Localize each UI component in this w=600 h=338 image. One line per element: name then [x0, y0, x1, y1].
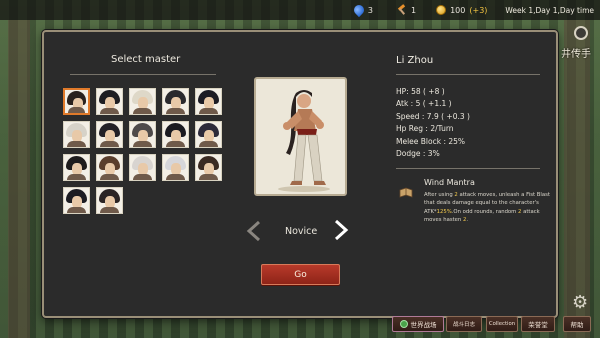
- world-battle-label: 世界战场: [410, 321, 437, 329]
- background-post-left: [8, 20, 30, 338]
- master-portrait[interactable]: [129, 154, 156, 181]
- title-divider-right: [396, 74, 540, 75]
- coin-icon: [436, 5, 447, 15]
- skill-description: After using 2 attack moves, unleash a Fi…: [424, 192, 550, 223]
- portrait-body: [133, 174, 152, 180]
- portrait-body: [199, 141, 218, 147]
- portrait-body: [199, 108, 218, 114]
- master-name: Li Zhou: [396, 55, 434, 66]
- master-portrait[interactable]: [96, 187, 123, 214]
- stat-dodge: Dodge : 3%: [396, 149, 440, 159]
- portrait-body: [100, 207, 119, 213]
- gear-icon[interactable]: ⚙: [572, 294, 590, 312]
- hall-of-honor-button[interactable]: 荣誉堂: [521, 316, 555, 332]
- portrait-body: [100, 141, 119, 147]
- portrait-body: [166, 141, 185, 147]
- stat-speed: Speed : 7.9 ( +0.3 ): [396, 111, 470, 121]
- master-figure: [278, 90, 330, 192]
- top-resource-bar: 3 1 100 (+3) Week 1,Day 1,Day time: [0, 0, 600, 20]
- portrait-body: [67, 207, 86, 213]
- portrait-body: [68, 107, 85, 113]
- master-portrait[interactable]: [162, 121, 189, 148]
- portrait-body: [133, 141, 152, 147]
- master-portrait[interactable]: [129, 88, 156, 115]
- water-counter: 3: [351, 2, 373, 18]
- portrait-body: [67, 174, 86, 180]
- coins-income: (+3): [469, 5, 488, 15]
- master-portrait[interactable]: [129, 121, 156, 148]
- water-count: 3: [367, 5, 373, 15]
- portrait-body: [100, 108, 119, 114]
- master-portrait[interactable]: [63, 154, 90, 181]
- master-stats: HP: 58 ( +8 ) Atk : 5 ( +1.1 ) Speed : 7…: [396, 86, 470, 160]
- go-button[interactable]: Go: [261, 264, 340, 285]
- master-portrait[interactable]: [195, 88, 222, 115]
- portrait-body: [133, 108, 152, 114]
- book-icon: [399, 187, 413, 198]
- master-card: [254, 77, 347, 196]
- stat-atk: Atk : 5 ( +1.1 ): [396, 99, 452, 109]
- stat-hp: HP: 58 ( +8 ): [396, 87, 445, 96]
- master-portrait[interactable]: [162, 154, 189, 181]
- background-post-right: [564, 20, 590, 338]
- master-portrait[interactable]: [162, 88, 189, 115]
- portrait-body: [100, 174, 119, 180]
- title-divider-left: [70, 74, 216, 75]
- chevron-left-icon[interactable]: [246, 220, 262, 246]
- side-menu-icon[interactable]: [574, 26, 588, 40]
- stat-melee-block: Melee Block : 25%: [396, 136, 466, 146]
- master-portrait[interactable]: [63, 187, 90, 214]
- master-portrait[interactable]: [96, 154, 123, 181]
- coins-counter: 100 (+3): [436, 5, 487, 15]
- portrait-body: [166, 174, 185, 180]
- master-portrait[interactable]: [96, 88, 123, 115]
- master-portrait[interactable]: [195, 121, 222, 148]
- portrait-body: [199, 174, 218, 180]
- master-portrait[interactable]: [96, 121, 123, 148]
- master-portrait[interactable]: [63, 88, 90, 115]
- master-portrait[interactable]: [63, 121, 90, 148]
- battle-log-button[interactable]: 战斗日志: [446, 316, 482, 332]
- coins-count: 100: [450, 5, 466, 15]
- rank-label: Novice: [285, 226, 318, 237]
- skill-name: Wind Mantra: [424, 178, 475, 187]
- globe-icon: [399, 320, 408, 328]
- hammer-icon: [397, 5, 407, 15]
- chevron-right-icon[interactable]: [333, 219, 349, 245]
- portrait-body: [67, 141, 86, 147]
- stats-divider: [396, 168, 540, 169]
- materials-count: 1: [411, 5, 417, 15]
- stat-hp-reg: Hp Reg : 2/Turn: [396, 124, 454, 134]
- master-portrait[interactable]: [195, 154, 222, 181]
- date-display: Week 1,Day 1,Day time: [505, 5, 594, 15]
- portrait-body: [166, 108, 185, 114]
- world-battle-button[interactable]: 世界战场: [392, 316, 444, 332]
- side-label[interactable]: 井传手: [561, 45, 591, 60]
- select-master-title: Select master: [111, 54, 181, 65]
- materials-counter: 1: [397, 5, 416, 15]
- water-drop-icon: [351, 2, 366, 18]
- help-button[interactable]: 帮助: [563, 316, 591, 332]
- collection-button[interactable]: Collection: [486, 316, 518, 332]
